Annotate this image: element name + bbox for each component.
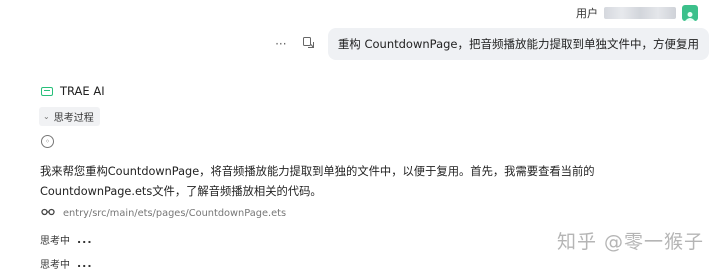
thinking-dots: ... bbox=[77, 233, 93, 246]
assistant-header: TRAE AI bbox=[41, 84, 105, 98]
watermark: 知乎 @零一猴子 bbox=[556, 231, 704, 253]
trae-logo-icon bbox=[41, 86, 53, 96]
thinking-label: 思考中 bbox=[40, 260, 70, 271]
thinking-process-label: 思考过程 bbox=[53, 113, 94, 124]
file-path-text: entry/src/main/ets/pages/CountdownPage.e… bbox=[63, 208, 287, 219]
user-message-bubble: 重构 CountdownPage，把音频播放能力提取到单独文件中，方便复用 bbox=[327, 28, 709, 60]
user-header: 用户 bbox=[576, 4, 698, 22]
assistant-answer: 我来帮您重构CountdownPage，将音频播放能力提取到单独的文件中，以便于… bbox=[40, 165, 595, 198]
user-name-redacted bbox=[604, 7, 676, 19]
assistant-name: TRAE AI bbox=[60, 84, 105, 98]
thinking-status-1: 思考中 ... bbox=[40, 232, 93, 247]
file-reference[interactable]: entry/src/main/ets/pages/CountdownPage.e… bbox=[41, 208, 286, 219]
more-icon[interactable]: ··· bbox=[272, 37, 290, 51]
thinking-dots: ... bbox=[77, 257, 93, 270]
user-label: 用户 bbox=[576, 7, 598, 20]
thinking-label: 思考中 bbox=[40, 236, 70, 247]
avatar[interactable] bbox=[682, 5, 698, 21]
user-message-row: ··· 重构 CountdownPage，把音频播放能力提取到单独文件中，方便复… bbox=[272, 28, 709, 60]
glasses-icon bbox=[41, 208, 55, 219]
thinking-process-toggle[interactable]: ⌄ 思考过程 bbox=[39, 107, 100, 126]
status-circle-icon[interactable]: ◦ bbox=[41, 135, 54, 148]
chevron-down-icon: ⌄ bbox=[43, 112, 50, 121]
user-avatar-icon bbox=[685, 12, 695, 21]
thinking-status-2: 思考中 ... bbox=[40, 256, 93, 271]
copy-to-input-icon[interactable] bbox=[300, 36, 318, 52]
